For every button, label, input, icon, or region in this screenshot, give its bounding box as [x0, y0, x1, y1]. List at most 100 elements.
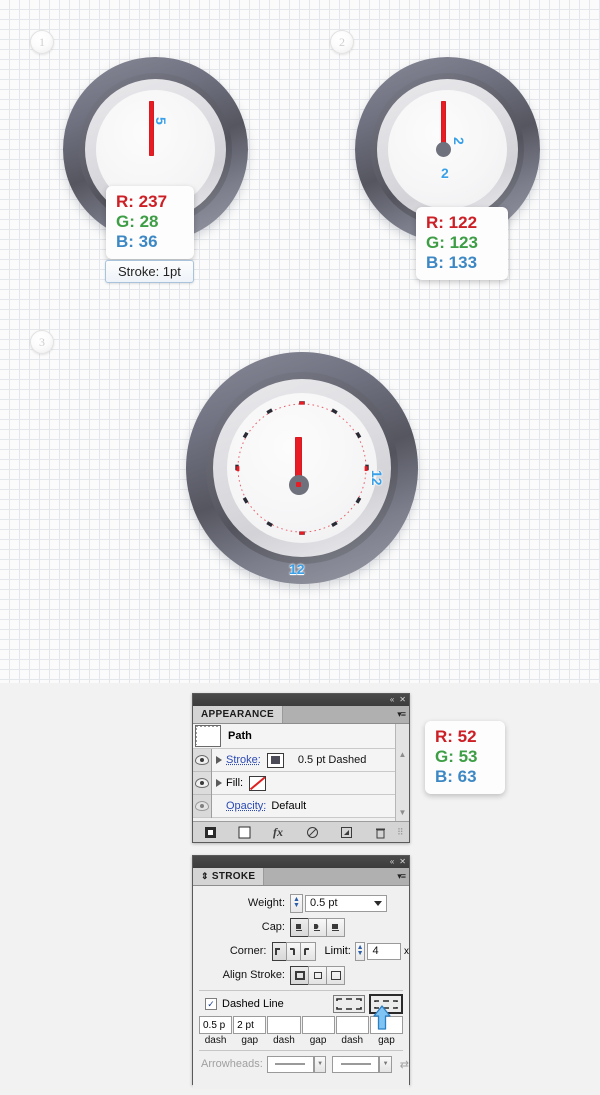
- disclosure-triangle-icon[interactable]: [216, 756, 222, 764]
- fx-icon[interactable]: fx: [261, 825, 295, 840]
- new-stroke-icon[interactable]: [193, 826, 227, 839]
- dash-caption-3: dash: [341, 1035, 364, 1046]
- swap-arrowheads-icon[interactable]: ⇄: [400, 1058, 409, 1071]
- clock3-label-12-rotated: 12: [369, 470, 385, 486]
- dash-field-2[interactable]: [267, 1016, 301, 1034]
- gap-field-1[interactable]: 2 pt: [233, 1016, 267, 1034]
- limit-stepper[interactable]: ▲ ▼: [354, 941, 366, 961]
- artboard-canvas: 1 2 3 5 R: 237 G: 28 B: 36 Stroke: 1pt 2…: [0, 0, 600, 683]
- pointer-cursor-icon: [373, 1005, 391, 1030]
- clock3-label-12: 12: [289, 561, 305, 577]
- appearance-row-stroke[interactable]: Stroke: 0.5 pt Dashed: [212, 749, 395, 772]
- dash-caption-1: dash: [204, 1035, 227, 1046]
- fill-none-swatch[interactable]: [249, 775, 267, 791]
- clock1-rgb-g: G: 28: [116, 212, 159, 231]
- stroke-corner-row: Corner: Limit: ▲ ▼ 4 x: [193, 939, 409, 963]
- align-center-button[interactable]: [290, 965, 309, 985]
- chevron-down-icon[interactable]: [374, 900, 382, 906]
- clear-appearance-icon[interactable]: [295, 826, 329, 839]
- arrowhead-end-select[interactable]: [332, 1055, 380, 1073]
- new-fill-icon[interactable]: [227, 826, 261, 839]
- projecting-cap-button[interactable]: [326, 917, 345, 937]
- align-outside-button[interactable]: [326, 965, 345, 985]
- appearance-rgb-tooltip: R: 52 G: 53 B: 63: [425, 721, 505, 794]
- align-stroke-label: Align Stroke:: [222, 969, 285, 981]
- butt-cap-button[interactable]: [290, 917, 309, 937]
- eye-icon-opacity[interactable]: [193, 795, 211, 818]
- eye-icon: [195, 778, 209, 788]
- step-badge-1: 1: [30, 30, 54, 54]
- clock2-label-2: 2: [441, 165, 449, 181]
- appearance-row-stroke-label[interactable]: Stroke:: [226, 754, 261, 766]
- scroll-up-icon[interactable]: ▲: [399, 750, 407, 760]
- stroke-divider: [199, 990, 403, 991]
- clock2-center-hub: [436, 142, 451, 157]
- tab-appearance[interactable]: APPEARANCE: [193, 706, 284, 723]
- round-join-button[interactable]: [285, 941, 302, 961]
- round-cap-button[interactable]: [308, 917, 327, 937]
- appearance-scrollbar[interactable]: ▲ ▼: [395, 724, 409, 821]
- gap-caption-1: gap: [241, 1035, 259, 1046]
- scroll-down-icon[interactable]: ▼: [399, 808, 407, 818]
- clock2-minute-hand: [441, 101, 446, 148]
- appearance-row-fill[interactable]: Fill:: [212, 772, 395, 795]
- arrowhead-start-dropdown-icon[interactable]: ▼: [313, 1055, 327, 1073]
- arrowhead-end-dropdown-icon[interactable]: ▼: [379, 1055, 392, 1073]
- tab-stroke-label: STROKE: [211, 871, 256, 882]
- clock1-stroke-note: Stroke: 1pt: [105, 260, 194, 283]
- tab-stroke[interactable]: ⇕ STROKE: [193, 868, 265, 885]
- weight-value: 0.5 pt: [310, 897, 338, 909]
- close-icon[interactable]: ✕: [399, 696, 406, 704]
- weight-input[interactable]: 0.5 pt: [305, 894, 387, 912]
- appearance-footer-toolbar: fx ⠿: [193, 821, 409, 842]
- limit-unit: x: [404, 945, 409, 957]
- clock2-rgb-r: R: 122: [426, 213, 478, 232]
- corner-label: Corner:: [229, 945, 267, 957]
- step-badge-3: 3: [30, 330, 54, 354]
- panel-rgb-r: R: 52: [435, 727, 477, 746]
- appearance-item-path[interactable]: Path: [193, 724, 395, 749]
- appearance-row-opacity-label[interactable]: Opacity:: [226, 800, 266, 812]
- clock3-dashed-path: [235, 401, 369, 535]
- clock1-label-5: 5: [153, 117, 169, 125]
- align-inside-button[interactable]: [308, 965, 327, 985]
- resize-grip-icon[interactable]: ⠿: [397, 827, 409, 838]
- stroke-panel-body: Weight: ▲ ▼ 0.5 pt Cap: Corner: Limit: ▲…: [193, 886, 409, 1089]
- appearance-row-opacity[interactable]: Opacity: Default: [212, 795, 395, 818]
- clock1-rgb-r: R: 237: [116, 192, 168, 211]
- stroke-color-swatch[interactable]: [266, 752, 284, 768]
- miter-join-button[interactable]: [271, 941, 287, 961]
- eye-icon: [195, 801, 209, 811]
- delete-icon[interactable]: [363, 826, 397, 839]
- gap-field-2[interactable]: [301, 1016, 335, 1034]
- duplicate-icon[interactable]: [329, 826, 363, 839]
- collapse-icon[interactable]: «: [390, 696, 394, 704]
- appearance-panel-body: Path Stroke: 0.5 pt Dashed Fill: Opacity…: [193, 724, 409, 821]
- panel-menu-icon[interactable]: ▾≡: [397, 709, 406, 720]
- dashed-line-checkbox[interactable]: ✓: [205, 998, 217, 1010]
- bevel-join-button[interactable]: [300, 941, 316, 961]
- collapse-icon[interactable]: «: [390, 858, 394, 866]
- appearance-panel: « ✕ APPEARANCE ▾≡ Path Stroke: 0.5 pt Da…: [192, 693, 410, 843]
- eye-icon-fill[interactable]: [193, 772, 211, 795]
- path-thumbnail-icon: [195, 725, 221, 747]
- clock2-label-2-rotated: 2: [451, 137, 467, 145]
- dash-field-1[interactable]: 0.5 p: [199, 1016, 233, 1034]
- limit-input[interactable]: 4: [367, 942, 401, 960]
- clock-illustration-3: 12 12: [186, 352, 418, 584]
- clock2-rgb-b: B: 133: [426, 253, 478, 272]
- stroke-panel-titlebar: « ✕: [193, 856, 409, 868]
- dash-field-3[interactable]: [335, 1016, 369, 1034]
- appearance-row-stroke-value: 0.5 pt Dashed: [297, 754, 367, 766]
- close-icon[interactable]: ✕: [399, 858, 406, 866]
- eye-icon-stroke[interactable]: [193, 749, 211, 772]
- clock1-minute-hand: [149, 101, 154, 156]
- panel-menu-icon[interactable]: ▾≡: [397, 871, 406, 882]
- arrowhead-start-select[interactable]: [266, 1055, 314, 1073]
- dash-preserve-exact-button[interactable]: [333, 995, 365, 1013]
- appearance-tab-filler: ▾≡: [283, 706, 409, 723]
- stroke-tab-row: ⇕ STROKE ▾≡: [193, 868, 409, 886]
- weight-stepper[interactable]: ▲ ▼: [290, 893, 303, 913]
- stroke-tab-filler: ▾≡: [264, 868, 409, 885]
- disclosure-triangle-icon[interactable]: [216, 779, 222, 787]
